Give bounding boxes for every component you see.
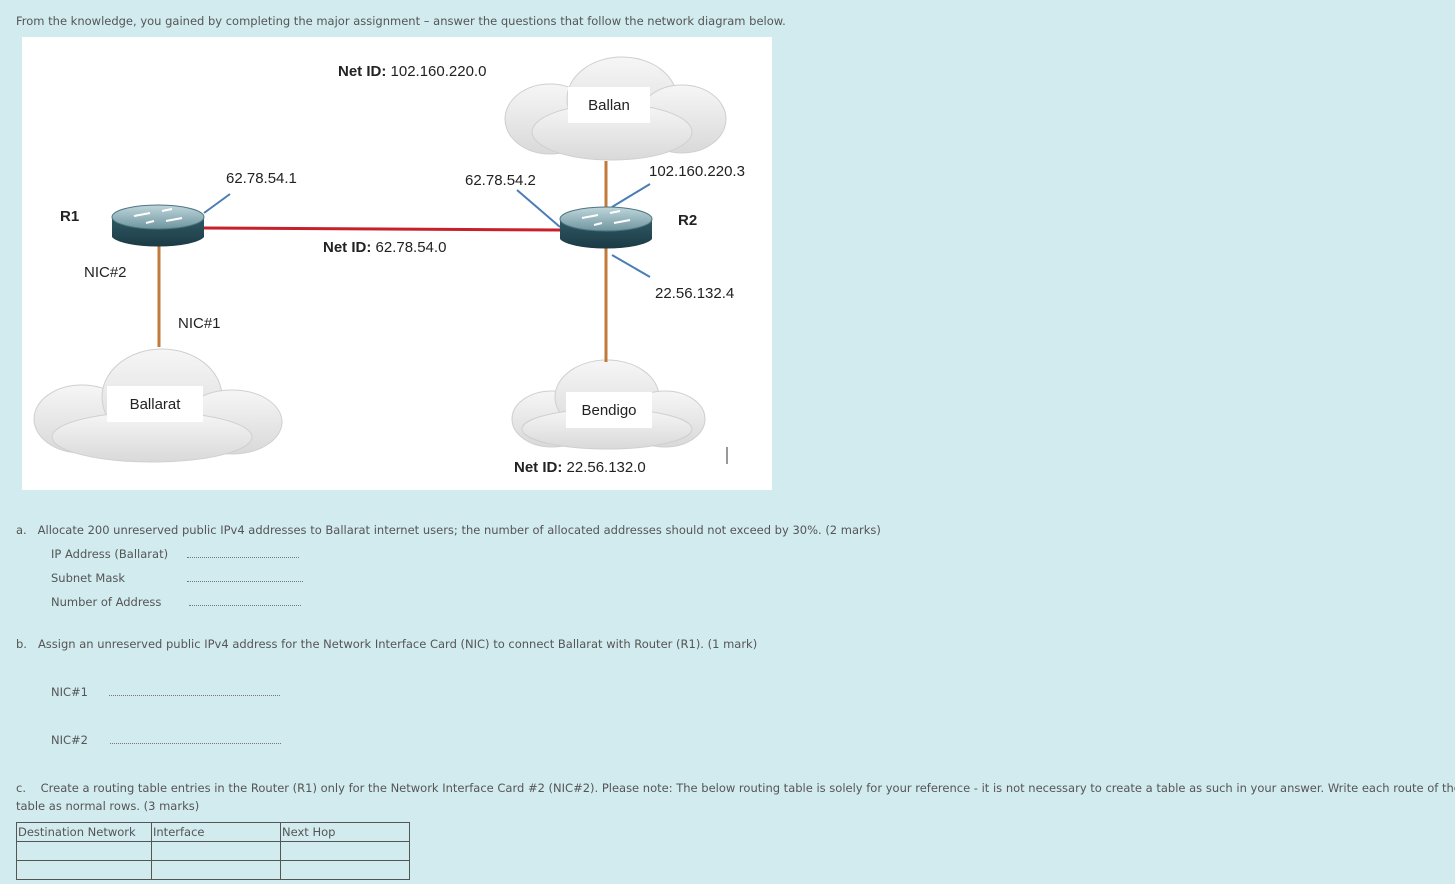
ballarat-label: Ballarat — [107, 386, 203, 422]
field-label-subnet-mask: Subnet Mask — [51, 571, 126, 585]
ip-r2-bendigo: 22.56.132.4 — [655, 285, 735, 302]
field-label-number-of-address: Number of Address — [51, 595, 162, 609]
table-row — [16, 860, 410, 880]
col-next-hop: Next Hop — [280, 822, 410, 842]
router-r2-icon — [559, 206, 653, 249]
wan-link — [203, 226, 561, 232]
routing-table: Destination Network Interface Next Hop — [16, 822, 410, 880]
question-c: c. Create a routing table entries in the… — [16, 781, 1455, 795]
question-c-continued: table as normal rows. (3 marks) — [16, 799, 200, 813]
ballan-label: Ballan — [568, 87, 650, 123]
net-id-top: Net ID: 102.160.220.0 — [338, 63, 487, 80]
answer-line-subnet-mask[interactable] — [187, 581, 303, 582]
diagram-graphics — [33, 56, 728, 464]
field-label-nic2: NIC#2 — [51, 733, 88, 747]
net-id-bottom: Net ID: 22.56.132.0 — [514, 459, 646, 476]
col-destination-network: Destination Network — [16, 822, 152, 842]
intro-text: From the knowledge, you gained by comple… — [16, 14, 786, 28]
question-b: b. Assign an unreserved public IPv4 addr… — [16, 637, 758, 651]
answer-line-ip-address[interactable] — [187, 557, 299, 558]
router-r1-icon — [111, 204, 205, 247]
col-interface: Interface — [151, 822, 281, 842]
network-diagram: Ballan Ballarat Bendigo Net ID: 102.160.… — [22, 37, 772, 490]
bendigo-label: Bendigo — [566, 392, 652, 428]
router-r1-label: R1 — [60, 208, 80, 225]
router-r2-label: R2 — [678, 212, 698, 229]
answer-line-nic2[interactable] — [110, 743, 281, 744]
answer-line-number-of-address[interactable] — [189, 605, 301, 606]
table-row — [16, 841, 410, 861]
field-label-nic1: NIC#1 — [51, 685, 88, 699]
question-a: a. Allocate 200 unreserved public IPv4 a… — [16, 523, 881, 537]
ip-r2-ballan: 102.160.220.3 — [649, 163, 745, 180]
nic2-label: NIC#2 — [84, 264, 127, 281]
ip-r1-wan: 62.78.54.1 — [226, 170, 297, 187]
nic1-label: NIC#1 — [178, 315, 221, 332]
ip-r2-wan: 62.78.54.2 — [465, 172, 536, 189]
net-id-mid: Net ID: 62.78.54.0 — [323, 239, 447, 256]
field-label-ip-address: IP Address (Ballarat) — [51, 547, 169, 561]
answer-line-nic1[interactable] — [109, 695, 280, 696]
